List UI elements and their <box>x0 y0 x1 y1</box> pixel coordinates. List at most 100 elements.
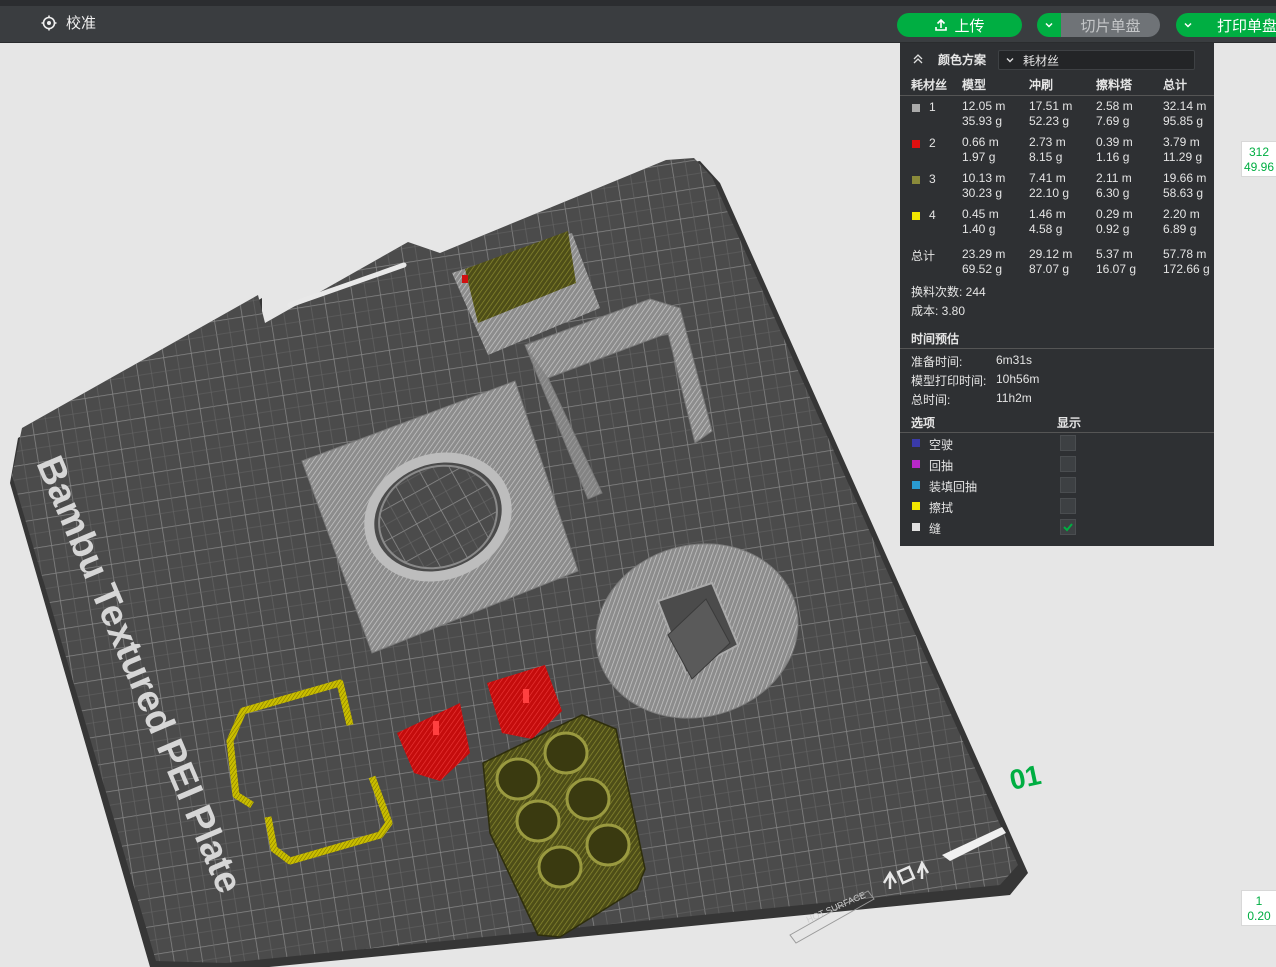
tower-weight: 0.92 g <box>1096 222 1130 236</box>
total-length: 32.14 m <box>1163 99 1207 113</box>
filament-swatch <box>912 140 920 148</box>
tower-length: 2.11 m <box>1096 171 1132 185</box>
upload-button[interactable]: 上传 <box>897 13 1022 37</box>
window-strip <box>0 0 1276 6</box>
calibrate-button[interactable]: 校准 <box>40 12 96 33</box>
bottom-layer-number: 1 <box>1255 894 1263 908</box>
sum-tower-length: 5.37 m <box>1096 247 1133 261</box>
filament-swaps: 换料次数: 244 <box>911 285 986 299</box>
col-filament: 耗材丝 <box>911 78 948 92</box>
col-prime-tower: 擦料塔 <box>1096 78 1133 92</box>
gear-icon <box>41 15 57 30</box>
model-weight: 30.23 g <box>962 186 1003 200</box>
option-label: 缝 <box>929 522 942 536</box>
flush-length: 1.46 m <box>1029 207 1066 221</box>
filament-swatch <box>912 212 920 220</box>
option-swatch <box>912 460 920 468</box>
sum-model-length: 23.29 m <box>962 247 1006 261</box>
filament-swatch <box>912 176 920 184</box>
filament-index: 3 <box>929 172 936 186</box>
sum-model-weight: 69.52 g <box>962 262 1003 276</box>
filament-index: 1 <box>929 100 936 114</box>
chevron-down-icon <box>1006 58 1014 63</box>
flush-weight: 22.10 g <box>1029 186 1070 200</box>
option-swatch <box>912 523 920 531</box>
top-layer-height: 49.96 <box>1243 160 1275 174</box>
filament-row: 2 0.66 m 1.97 g 2.73 m 8.15 g 0.39 m 1.16 g… <box>900 135 1214 169</box>
option-checkbox[interactable] <box>1060 456 1076 472</box>
slice-dropdown-button[interactable] <box>1037 13 1061 37</box>
options-title: 选项 <box>911 416 936 430</box>
total-weight: 11.29 g <box>1163 150 1203 164</box>
upload-icon <box>935 18 948 31</box>
option-checkbox[interactable] <box>1060 435 1076 451</box>
col-flush: 冲刷 <box>1029 78 1054 92</box>
model-length: 12.05 m <box>962 99 1006 113</box>
option-swatch <box>912 481 920 489</box>
model-time-value: 10h56m <box>996 372 1040 386</box>
layer-ruler-bottom[interactable]: 1 0.20 <box>1241 890 1276 926</box>
flush-weight: 8.15 g <box>1029 150 1063 164</box>
flush-weight: 4.58 g <box>1029 222 1063 236</box>
total-weight: 58.63 g <box>1163 186 1204 200</box>
total-length: 19.66 m <box>1163 171 1207 185</box>
col-model: 模型 <box>962 78 987 92</box>
flush-length: 17.51 m <box>1029 99 1073 113</box>
prep-time-value: 6m31s <box>996 353 1033 367</box>
option-wipe: 擦拭 <box>900 496 1214 517</box>
collapse-icon[interactable] <box>912 52 924 64</box>
time-estimate-title: 时间预估 <box>911 332 960 346</box>
print-plate-label: 打印单盘 <box>1217 17 1276 35</box>
model-length: 0.45 m <box>962 207 999 221</box>
filament-swatch <box>912 104 920 112</box>
option-swatch <box>912 439 920 447</box>
top-toolbar: 校准 上传 切片单盘 打印单盘 <box>0 0 1276 43</box>
layer-ruler-top[interactable]: 312 49.96 <box>1241 141 1276 177</box>
option-retract: 回抽 <box>900 454 1214 475</box>
color-scheme-header: 颜色方案 耗材丝 <box>900 43 1214 73</box>
option-swatch <box>912 502 920 510</box>
tower-length: 2.58 m <box>1096 99 1133 113</box>
tower-weight: 6.30 g <box>1096 186 1130 200</box>
model-time-label: 模型打印时间: <box>911 374 987 388</box>
option-seam: 缝 <box>900 517 1214 538</box>
total-time-label: 总时间: <box>911 393 951 407</box>
option-checkbox[interactable] <box>1060 498 1076 514</box>
upload-label: 上传 <box>954 17 985 35</box>
total-time-value: 11h2m <box>996 391 1032 405</box>
model-weight: 35.93 g <box>962 114 1003 128</box>
print-dropdown-button[interactable] <box>1176 13 1200 37</box>
flush-length: 7.41 m <box>1029 171 1066 185</box>
sum-row: 总计 23.29 m 69.52 g 29.12 m 87.07 g 5.37 m1… <box>900 247 1214 281</box>
option-checkbox[interactable] <box>1060 519 1076 535</box>
option-label: 回抽 <box>929 459 954 473</box>
sum-flush-length: 29.12 m <box>1029 247 1073 261</box>
filament-index: 4 <box>929 208 936 222</box>
stats-column-headers: 耗材丝 模型 冲刷 擦料塔 总计 <box>900 76 1214 96</box>
display-title: 显示 <box>1057 416 1082 430</box>
flush-length: 2.73 m <box>1029 135 1066 149</box>
filament-row: 1 12.05 m 35.93 g 17.51 m 52.23 g 2.58 m 7.… <box>900 99 1214 133</box>
option-deretract: 装填回抽 <box>900 475 1214 496</box>
slice-stats-panel: 颜色方案 耗材丝 耗材丝 模型 冲刷 擦料塔 总计 1 12.05 m 35.93… <box>900 43 1214 546</box>
tower-length: 0.39 m <box>1096 135 1133 149</box>
option-checkbox[interactable] <box>1060 477 1076 493</box>
slice-plate-button[interactable]: 切片单盘 <box>1061 13 1160 37</box>
filament-row: 3 10.13 m 30.23 g 7.41 m 22.10 g 2.11 m 6.3… <box>900 171 1214 205</box>
tower-weight: 1.16 g <box>1096 150 1130 164</box>
print-plate-button[interactable]: 打印单盘 <box>1200 13 1276 37</box>
flush-weight: 52.23 g <box>1029 114 1070 128</box>
option-label: 擦拭 <box>929 501 954 515</box>
sum-total-weight: 172.66 g <box>1163 262 1210 276</box>
col-total: 总计 <box>1163 78 1188 92</box>
tower-length: 0.29 m <box>1096 207 1133 221</box>
filament-row: 4 0.45 m 1.40 g 1.46 m 4.58 g 0.29 m 0.92 g… <box>900 207 1214 241</box>
sum-label: 总计 <box>911 249 936 263</box>
total-length: 3.79 m <box>1163 135 1200 149</box>
chevron-down-icon <box>1045 22 1053 28</box>
checkmark-icon <box>1063 523 1073 532</box>
model-length: 0.66 m <box>962 135 999 149</box>
color-scheme-select[interactable]: 耗材丝 <box>998 50 1195 70</box>
cost: 成本: 3.80 <box>911 304 966 318</box>
option-label: 装填回抽 <box>929 480 978 494</box>
